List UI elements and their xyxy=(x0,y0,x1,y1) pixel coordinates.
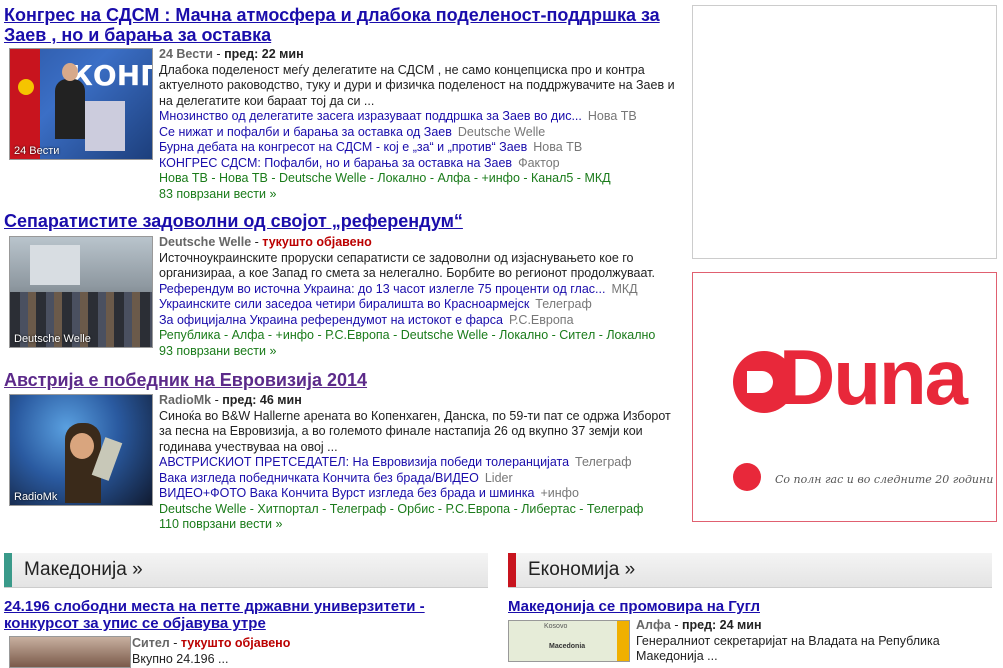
duna-ad-banner[interactable]: Duna Со полн гас и во следните 20 години xyxy=(692,272,997,522)
section-story-snippet: Вкупно 24.196 ... xyxy=(132,651,229,666)
section-story-time: тукушто објавено xyxy=(180,636,291,650)
related-item: Се нижат и пофалби и барања за оставка о… xyxy=(159,125,679,141)
section-accent xyxy=(4,553,12,587)
related-link[interactable]: Мнозинство од делегатите засега изразува… xyxy=(159,109,582,123)
related-link[interactable]: ВИДЕО+ФОТО Вака Кончита Вурст изгледа бе… xyxy=(159,486,534,500)
story-time: пред: 22 мин xyxy=(224,47,304,61)
map-label: Kosovo xyxy=(544,623,568,630)
thumbnail-caption: 24 Вести xyxy=(14,145,60,157)
section-story-link[interactable]: 24.196 слободни места на петте државни у… xyxy=(4,598,425,632)
related-source: Нова ТВ xyxy=(587,109,637,123)
section-story-source: Алфа xyxy=(636,618,671,632)
related-source: +инфо xyxy=(540,486,579,500)
section-story-time: пред: 24 мин xyxy=(681,618,762,632)
related-item: Референдум во источна Украина: до 13 час… xyxy=(159,282,679,298)
news-story: Конгрес на СДСМ : Мачна атмосфера и длаб… xyxy=(4,5,684,201)
section-story-link[interactable]: Македонија се промовира на Гугл xyxy=(508,598,760,615)
story-snippet: Синоќа во B&W Hallerne арената во Копенх… xyxy=(159,408,671,454)
story-time: тукушто објавено xyxy=(262,235,372,249)
section-story-snippet: Генералниот секретаријат на Владата на Р… xyxy=(636,633,940,664)
story-source: 24 Вести xyxy=(159,47,213,61)
source-list[interactable]: Република - Алфа - +инфо - Р.С.Европа - … xyxy=(159,328,679,344)
section-accent xyxy=(508,553,516,587)
story-snippet: Источноукраинските проруски сепаратисти … xyxy=(159,250,655,281)
related-link[interactable]: Украинските сили заседоа четири биралишт… xyxy=(159,297,529,311)
story-thumbnail[interactable]: Deutsche Welle xyxy=(9,236,153,348)
story-snippet: Длабока поделеност меѓу делегатите на СД… xyxy=(159,62,675,108)
related-item: АВСТРИСКИОТ ПРЕТСЕДАТЕЛ: На Евровизија п… xyxy=(159,455,679,471)
related-link[interactable]: За официјална Украина референдумот на ис… xyxy=(159,313,503,327)
story-title: Австрија е победник на Евровизија 2014 xyxy=(4,370,684,390)
story-source: RadioMk xyxy=(159,393,212,407)
section-story: Македонија се промовира на Гугл Kosovo M… xyxy=(508,598,992,663)
section-story-title: Македонија се промовира на Гугл xyxy=(508,598,992,615)
section-title: Македонија » xyxy=(24,559,143,580)
related-link[interactable]: КОНГРЕС СДСМ: Пофалби, но и барања за ос… xyxy=(159,156,512,170)
related-list: Мнозинство од делегатите засега изразува… xyxy=(159,109,679,171)
related-link[interactable]: Вака изгледа победничката Кончита без бр… xyxy=(159,471,479,485)
source-list[interactable]: Нова ТВ - Нова ТВ - Deutsche Welle - Лок… xyxy=(159,171,679,187)
map-thumbnail[interactable]: Kosovo Macedonia xyxy=(508,620,630,662)
related-link[interactable]: Бурна дебата на конгресот на СДСМ - кој … xyxy=(159,140,527,154)
section-title: Економија » xyxy=(528,559,636,580)
related-source: Р.С.Европа xyxy=(508,312,574,327)
story-title: Сепаратистите задоволни од својот „рефер… xyxy=(4,211,684,231)
related-item: Бурна дебата на конгресот на СДСМ - кој … xyxy=(159,140,679,156)
related-source: Deutsche Welle xyxy=(457,124,546,139)
related-source: Фактор xyxy=(518,155,560,170)
more-related-link[interactable]: 93 поврзани вести » xyxy=(159,344,679,360)
story-thumbnail[interactable]: КОНГРЕС 24 Вести xyxy=(9,48,153,160)
related-source: МКД xyxy=(611,281,638,296)
related-source: Нова ТВ xyxy=(533,140,583,154)
story-title: Конгрес на СДСМ : Мачна атмосфера и длаб… xyxy=(4,5,684,45)
story-title-link[interactable]: Сепаратистите задоволни од својот „рефер… xyxy=(4,211,463,231)
thumbnail-caption: RadioMk xyxy=(14,491,58,503)
related-link[interactable]: Референдум во источна Украина: до 13 час… xyxy=(159,282,605,296)
thumbnail-caption: Deutsche Welle xyxy=(14,333,91,345)
story-source: Deutsche Welle xyxy=(159,235,252,249)
news-story: Сепаратистите задоволни од својот „рефер… xyxy=(4,211,684,361)
story-time: пред: 46 мин xyxy=(222,393,302,407)
more-related-link[interactable]: 110 поврзани вести » xyxy=(159,517,679,533)
related-source: Телеграф xyxy=(575,455,632,469)
section-story-thumbnail[interactable] xyxy=(9,636,131,668)
related-item: Украинските сили заседоа четири биралишт… xyxy=(159,297,679,313)
related-item: КОНГРЕС СДСМ: Пофалби, но и барања за ос… xyxy=(159,156,679,172)
section-story-title: 24.196 слободни места на петте државни у… xyxy=(4,598,488,632)
news-story: Австрија е победник на Евровизија 2014 R… xyxy=(4,370,684,533)
ad-placeholder[interactable] xyxy=(692,5,997,259)
section-header-ekonomija[interactable]: Економија » xyxy=(508,553,992,588)
related-link[interactable]: АВСТРИСКИОТ ПРЕТСЕДАТЕЛ: На Евровизија п… xyxy=(159,455,569,469)
ad-brand: Duna xyxy=(779,333,968,421)
duna-logo: Duna xyxy=(733,337,968,423)
more-related-link[interactable]: 83 поврзани вести » xyxy=(159,187,679,203)
story-thumbnail[interactable]: RadioMk xyxy=(9,394,153,506)
related-item: ВИДЕО+ФОТО Вака Кончита Вурст изгледа бе… xyxy=(159,486,679,502)
map-label: Macedonia xyxy=(549,643,586,650)
section-story-source: Ситeл xyxy=(132,636,170,650)
story-title-link[interactable]: Конгрес на СДСМ : Мачна атмосфера и длаб… xyxy=(4,5,660,45)
related-link[interactable]: Се нижат и пофалби и барања за оставка о… xyxy=(159,125,452,139)
related-item: За официјална Украина референдумот на ис… xyxy=(159,313,679,329)
source-list[interactable]: Deutsche Welle - Хитпортал - Телеграф - … xyxy=(159,502,679,518)
related-item: Вака изгледа победничката Кончита без бр… xyxy=(159,471,679,487)
related-source: Lider xyxy=(484,470,513,485)
duna-small-logo-icon xyxy=(733,463,761,491)
ad-tagline: Со полн гас и во следните 20 години xyxy=(775,473,994,486)
related-list: Референдум во источна Украина: до 13 час… xyxy=(159,282,679,329)
related-item: Мнозинство од делегатите засега изразува… xyxy=(159,109,679,125)
related-list: АВСТРИСКИОТ ПРЕТСЕДАТЕЛ: На Евровизија п… xyxy=(159,455,679,502)
section-story: 24.196 слободни места на петте државни у… xyxy=(4,598,488,668)
related-source: Телеграф xyxy=(535,297,592,311)
section-header-makedonija[interactable]: Македонија » xyxy=(4,553,488,588)
story-title-link[interactable]: Австрија е победник на Евровизија 2014 xyxy=(4,370,367,390)
